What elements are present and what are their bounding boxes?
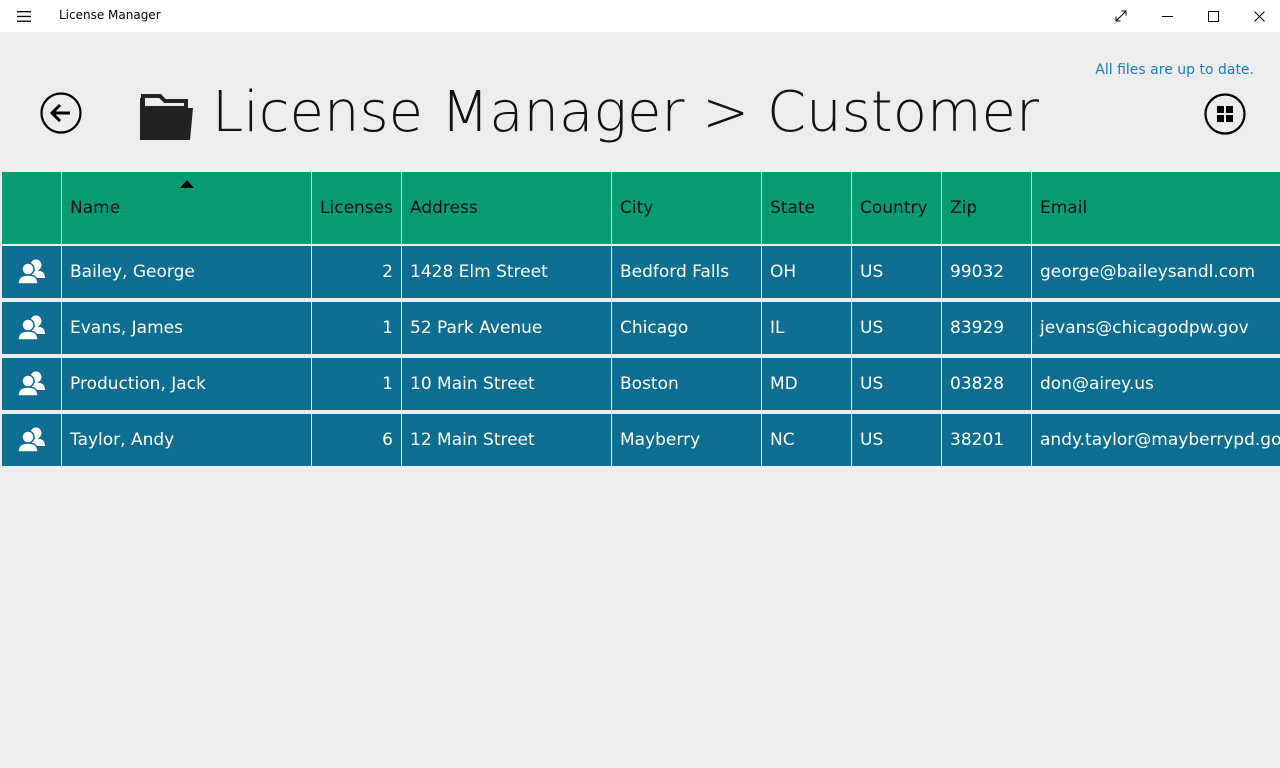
- back-arrow-icon: [40, 92, 82, 134]
- back-button[interactable]: [40, 92, 82, 134]
- email-cell: andy.taylor@mayberrypd.gov: [1040, 430, 1280, 450]
- header-city[interactable]: City: [612, 172, 762, 244]
- people-icon: [2, 358, 62, 410]
- city-cell: Mayberry: [612, 414, 762, 466]
- name-cell: Production, Jack: [62, 358, 312, 410]
- country-cell: US: [852, 414, 942, 466]
- name-cell: Evans, James: [62, 302, 312, 354]
- folder-icon: [140, 92, 194, 146]
- email-cell: jevans@chicagodpw.gov: [1040, 318, 1249, 338]
- maximize-icon[interactable]: [1190, 0, 1236, 32]
- people-icon: [2, 414, 62, 466]
- table-row[interactable]: Bailey, George 2 1428 Elm Street Bedford…: [2, 246, 1280, 298]
- state-cell: OH: [762, 246, 852, 298]
- people-icon: [2, 302, 62, 354]
- page-title: License Manager > Customer: [212, 80, 1039, 145]
- title-bar: License Manager: [0, 0, 1280, 32]
- zip-cell: 83929: [942, 302, 1032, 354]
- country-cell: US: [852, 302, 942, 354]
- expand-icon[interactable]: [1098, 0, 1144, 32]
- licenses-cell: 1: [312, 302, 402, 354]
- state-cell: IL: [762, 302, 852, 354]
- country-cell: US: [852, 358, 942, 410]
- table-row[interactable]: Taylor, Andy 6 12 Main Street Mayberry N…: [2, 414, 1280, 466]
- zip-cell: 38201: [942, 414, 1032, 466]
- close-icon[interactable]: [1236, 0, 1280, 32]
- minimize-icon[interactable]: [1144, 0, 1190, 32]
- header-icon-column: [2, 172, 62, 244]
- header-zip[interactable]: Zip: [942, 172, 1032, 244]
- header-email[interactable]: Email: [1032, 172, 1280, 244]
- email-cell: george@baileysandl.com: [1040, 262, 1256, 282]
- city-cell: Boston: [612, 358, 762, 410]
- grid-view-button[interactable]: [1204, 93, 1246, 135]
- licenses-cell: 2: [312, 246, 402, 298]
- address-cell: 52 Park Avenue: [402, 302, 612, 354]
- customer-table: Name Licenses Address City State Country…: [2, 172, 1280, 466]
- window-title: License Manager: [59, 8, 161, 22]
- name-cell: Bailey, George: [62, 246, 312, 298]
- hamburger-menu-icon[interactable]: [12, 6, 36, 26]
- address-cell: 12 Main Street: [402, 414, 612, 466]
- table-row[interactable]: Evans, James 1 52 Park Avenue Chicago IL…: [2, 302, 1280, 354]
- state-cell: MD: [762, 358, 852, 410]
- sync-status-text: All files are up to date.: [1095, 62, 1254, 78]
- city-cell: Bedford Falls: [612, 246, 762, 298]
- sort-ascending-icon: [180, 173, 194, 192]
- licenses-cell: 6: [312, 414, 402, 466]
- address-cell: 10 Main Street: [402, 358, 612, 410]
- city-cell: Chicago: [612, 302, 762, 354]
- people-icon: [2, 246, 62, 298]
- table-row[interactable]: Production, Jack 1 10 Main Street Boston…: [2, 358, 1280, 410]
- grid-icon: [1204, 93, 1246, 135]
- zip-cell: 99032: [942, 246, 1032, 298]
- header-address[interactable]: Address: [402, 172, 612, 244]
- email-cell: don@airey.us: [1040, 374, 1154, 394]
- address-cell: 1428 Elm Street: [402, 246, 612, 298]
- header-state[interactable]: State: [762, 172, 852, 244]
- licenses-cell: 1: [312, 358, 402, 410]
- name-cell: Taylor, Andy: [62, 414, 312, 466]
- state-cell: NC: [762, 414, 852, 466]
- country-cell: US: [852, 246, 942, 298]
- zip-cell: 03828: [942, 358, 1032, 410]
- header-licenses[interactable]: Licenses: [312, 172, 402, 244]
- header-country[interactable]: Country: [852, 172, 942, 244]
